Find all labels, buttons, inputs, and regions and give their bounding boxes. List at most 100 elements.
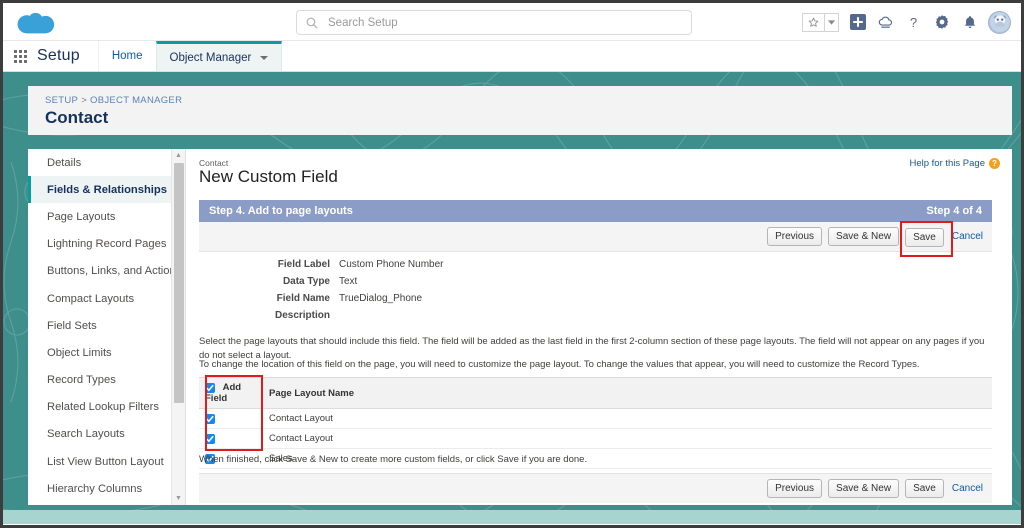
save-button-bottom[interactable]: Save bbox=[905, 479, 944, 498]
previous-button-top[interactable]: Previous bbox=[767, 227, 823, 246]
table-header-row: Add Field Page Layout Name bbox=[199, 376, 992, 410]
save-button-highlight: Save bbox=[900, 220, 953, 257]
field-name-label: Field Name bbox=[276, 293, 330, 304]
sidebar-item-label: Hierarchy Columns bbox=[47, 482, 143, 495]
cloud-icon[interactable] bbox=[876, 13, 895, 32]
sidebar-scrollbar[interactable]: ▲ ▼ bbox=[171, 149, 185, 505]
save-button-top[interactable]: Save bbox=[905, 227, 944, 247]
add-field-checkbox[interactable] bbox=[205, 413, 215, 424]
sidebar-item-lightning-record-pages[interactable]: Lightning Record Pages bbox=[28, 231, 185, 258]
help-question-icon[interactable]: ? bbox=[989, 158, 1000, 169]
scrollbar-thumb[interactable] bbox=[174, 163, 184, 403]
sidebar-item-page-layouts[interactable]: Page Layouts bbox=[28, 203, 185, 230]
scroll-up-icon[interactable]: ▲ bbox=[172, 149, 185, 162]
sidebar-item-fields-relationships[interactable]: Fields & Relationships bbox=[28, 176, 185, 204]
panel-title: New Custom Field bbox=[199, 167, 338, 186]
help-icon[interactable]: ? bbox=[904, 13, 923, 32]
setup-nav-bar: Setup Home Object Manager bbox=[3, 41, 1021, 72]
content-card: Details Fields & Relationships Page Layo… bbox=[28, 149, 1012, 505]
sidebar-item-label: Object Limits bbox=[47, 346, 112, 359]
tab-home[interactable]: Home bbox=[97, 41, 156, 71]
data-type-value: Text bbox=[339, 276, 358, 287]
breadcrumb: SETUP > OBJECT MANAGER bbox=[45, 95, 182, 106]
sidebar-item-label: Field Sets bbox=[47, 319, 97, 332]
header-actions: ? bbox=[802, 3, 1011, 41]
sidebar-item-label: Fields & Relationships bbox=[47, 183, 167, 196]
search-setup-box[interactable] bbox=[296, 10, 692, 35]
favorites-caret-icon[interactable] bbox=[824, 12, 839, 32]
sidebar-item-record-types[interactable]: Record Types bbox=[28, 367, 185, 394]
instruction-paragraph-2: To change the location of this field on … bbox=[199, 359, 920, 370]
sidebar-item-compact-layouts[interactable]: Compact Layouts bbox=[28, 285, 185, 312]
step-header: Step 4. Add to page layouts Step 4 of 4 bbox=[199, 200, 992, 222]
notifications-bell-icon[interactable] bbox=[960, 13, 979, 32]
sidebar-item-label: Lightning Record Pages bbox=[47, 238, 167, 251]
setup-tabs: Home Object Manager bbox=[97, 41, 283, 71]
row-checkbox-cell bbox=[199, 428, 263, 450]
sidebar-item-label: Details bbox=[47, 156, 82, 169]
field-name-value: TrueDialog_Phone bbox=[339, 293, 423, 304]
sidebar-item-search-layouts[interactable]: Search Layouts bbox=[28, 421, 185, 448]
search-input[interactable] bbox=[328, 16, 658, 29]
avatar[interactable] bbox=[988, 10, 1011, 34]
sidebar-item-label: Buttons, Links, and Actions bbox=[47, 265, 182, 278]
sidebar-item-object-limits[interactable]: Object Limits bbox=[28, 339, 185, 366]
field-summary-row: Field Name TrueDialog_Phone bbox=[199, 293, 992, 310]
bottom-teal-band bbox=[3, 510, 1021, 524]
breadcrumb-object-manager[interactable]: OBJECT MANAGER bbox=[90, 95, 182, 106]
salesforce-cloud-logo[interactable] bbox=[17, 10, 55, 34]
app-launcher-icon[interactable] bbox=[3, 41, 37, 71]
sidebar-item-related-lookup-filters[interactable]: Related Lookup Filters bbox=[28, 394, 185, 421]
field-label-label: Field Label bbox=[277, 259, 330, 270]
top-button-row: Previous Save & New Save Cancel bbox=[199, 220, 992, 257]
favorites-star-icon[interactable] bbox=[802, 12, 824, 32]
tab-object-manager-label: Object Manager bbox=[169, 51, 252, 64]
row-checkbox-cell bbox=[199, 408, 263, 430]
sidebar-item-list-view-button-layout[interactable]: List View Button Layout bbox=[28, 448, 185, 475]
browser-window: ? bbox=[0, 0, 1024, 528]
sidebar-item-field-sets[interactable]: Field Sets bbox=[28, 312, 185, 339]
svg-text:?: ? bbox=[910, 15, 917, 30]
table-row: Contact Layout bbox=[199, 408, 992, 430]
add-field-checkbox[interactable] bbox=[205, 433, 215, 444]
data-type-label: Data Type bbox=[282, 276, 330, 287]
sidebar-item-label: Related Lookup Filters bbox=[47, 401, 159, 414]
field-summary: Field Label Custom Phone Number Data Typ… bbox=[199, 259, 992, 327]
tab-object-manager[interactable]: Object Manager bbox=[155, 41, 283, 71]
chevron-down-icon[interactable] bbox=[260, 55, 269, 60]
save-and-new-button-top[interactable]: Save & New bbox=[828, 227, 900, 246]
add-icon[interactable] bbox=[848, 13, 867, 32]
sidebar-item-label: Page Layouts bbox=[47, 210, 116, 223]
step-counter: Step 4 of 4 bbox=[926, 205, 982, 217]
breadcrumb-separator: > bbox=[81, 95, 88, 106]
help-link-label: Help for this Page bbox=[909, 158, 985, 169]
field-summary-row: Data Type Text bbox=[199, 276, 992, 293]
help-for-this-page-link[interactable]: Help for this Page ? bbox=[909, 158, 1000, 169]
object-header-card: SETUP > OBJECT MANAGER Contact bbox=[28, 86, 1012, 135]
sidebar-item-label: List View Button Layout bbox=[47, 455, 164, 468]
save-and-new-button-bottom[interactable]: Save & New bbox=[828, 479, 900, 498]
new-custom-field-panel: Contact New Custom Field Help for this P… bbox=[186, 149, 1012, 505]
cancel-link-bottom[interactable]: Cancel bbox=[952, 483, 983, 494]
field-label-value: Custom Phone Number bbox=[339, 259, 444, 270]
global-header: ? bbox=[3, 3, 1021, 41]
cancel-link-top[interactable]: Cancel bbox=[952, 231, 983, 242]
description-label: Description bbox=[274, 310, 330, 321]
object-sidebar: Details Fields & Relationships Page Layo… bbox=[28, 149, 186, 505]
favorites-group[interactable] bbox=[802, 12, 839, 32]
page-layout-name-column-header: Page Layout Name bbox=[263, 376, 992, 410]
select-all-checkbox[interactable] bbox=[205, 382, 215, 393]
page-layout-name-cell: Contact Layout bbox=[263, 408, 992, 430]
sidebar-item-details[interactable]: Details bbox=[28, 149, 185, 176]
sidebar-item-buttons-links-actions[interactable]: Buttons, Links, and Actions bbox=[28, 258, 185, 285]
breadcrumb-setup[interactable]: SETUP bbox=[45, 95, 78, 106]
sidebar-item-hierarchy-columns[interactable]: Hierarchy Columns bbox=[28, 475, 185, 502]
add-field-column-header: Add Field bbox=[199, 376, 263, 410]
field-summary-row: Field Label Custom Phone Number bbox=[199, 259, 992, 276]
previous-button-bottom[interactable]: Previous bbox=[767, 479, 823, 498]
setup-gear-icon[interactable] bbox=[932, 13, 951, 32]
page-background: SETUP > OBJECT MANAGER Contact Details Fie… bbox=[3, 72, 1021, 524]
page-layout-name-cell: Contact Layout bbox=[263, 428, 992, 450]
scroll-down-icon[interactable]: ▼ bbox=[172, 492, 185, 505]
step-title: Step 4. Add to page layouts bbox=[209, 205, 353, 217]
